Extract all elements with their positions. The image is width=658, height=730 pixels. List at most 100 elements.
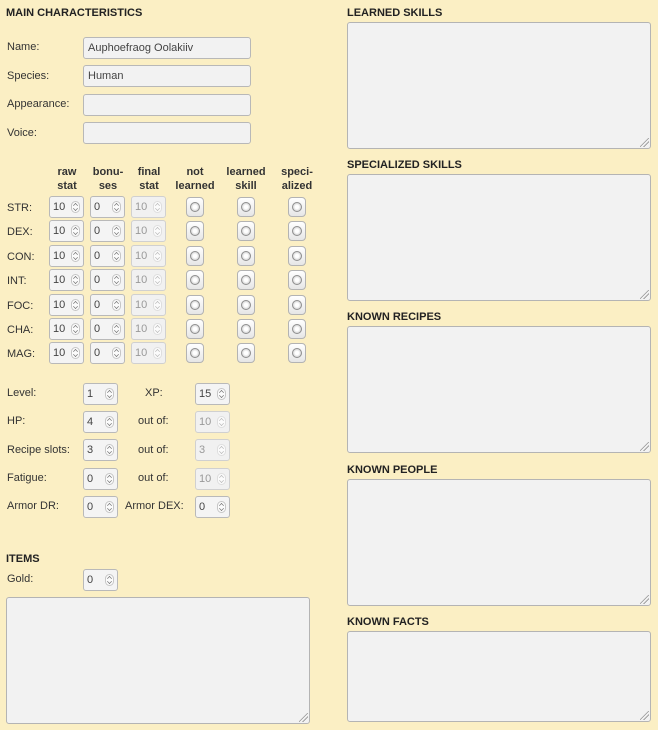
specialized-radio-foc[interactable] [288, 295, 306, 315]
radio-icon [292, 202, 302, 212]
raw-stat-input-con[interactable]: 10 [49, 245, 84, 267]
learned-radio-dex[interactable] [237, 221, 255, 241]
recipe-slots-input[interactable]: 3 [83, 439, 118, 461]
learned-radio-con[interactable] [237, 246, 255, 266]
voice-label: Voice: [7, 127, 37, 139]
not-learned-radio-int[interactable] [186, 270, 204, 290]
learned-radio-mag[interactable] [237, 343, 255, 363]
radio-icon [241, 251, 251, 261]
radio-icon [190, 202, 200, 212]
raw-stat-header: raw stat [57, 166, 77, 192]
fatigue-spinner-icon[interactable] [105, 473, 114, 485]
not-learned-radio-str[interactable] [186, 197, 204, 217]
stat-label-mag: MAG: [7, 348, 36, 360]
final-stat-input-cha: 10 [131, 318, 166, 340]
resize-grip-icon[interactable] [640, 442, 649, 451]
not-learned-radio-cha[interactable] [186, 319, 204, 339]
resize-grip-icon[interactable] [640, 290, 649, 299]
bonus-input-con[interactable]: 0 [90, 245, 125, 267]
raw-stat-input-dex[interactable]: 10 [49, 220, 84, 242]
spinner-icon[interactable] [71, 201, 80, 213]
not-learned-radio-foc[interactable] [186, 295, 204, 315]
learned-radio-int[interactable] [237, 270, 255, 290]
learned-radio-str[interactable] [237, 197, 255, 217]
learned-skills-textarea[interactable] [347, 22, 651, 149]
spinner-icon[interactable] [112, 274, 121, 286]
stat-label-dex: DEX: [7, 226, 33, 238]
specialized-radio-cha[interactable] [288, 319, 306, 339]
hp-spinner-icon[interactable] [105, 416, 114, 428]
level-input[interactable]: 1 [83, 383, 118, 405]
spinner-icon[interactable] [71, 250, 80, 262]
xp-label: XP: [145, 387, 163, 399]
bonus-input-cha[interactable]: 0 [90, 318, 125, 340]
hp-input[interactable]: 4 [83, 411, 118, 433]
learned-skill-header: learned skill [226, 166, 266, 192]
stat-label-str: STR: [7, 202, 33, 214]
radio-icon [241, 300, 251, 310]
not-learned-radio-dex[interactable] [186, 221, 204, 241]
fatigue-input[interactable]: 0 [83, 468, 118, 490]
spinner-icon[interactable] [112, 323, 121, 335]
armor-dex-spinner-icon[interactable] [217, 501, 226, 513]
specialized-radio-str[interactable] [288, 197, 306, 217]
specialized-radio-dex[interactable] [288, 221, 306, 241]
armor-dr-label: Armor DR: [7, 500, 59, 512]
not-learned-radio-con[interactable] [186, 246, 204, 266]
species-input[interactable]: Human [83, 65, 251, 87]
spinner-icon[interactable] [71, 299, 80, 311]
gold-input[interactable]: 0 [83, 569, 118, 591]
spinner-icon[interactable] [71, 225, 80, 237]
spinner-icon[interactable] [112, 250, 121, 262]
learned-radio-cha[interactable] [237, 319, 255, 339]
spinner-icon[interactable] [112, 347, 121, 359]
appearance-input[interactable] [83, 94, 251, 116]
name-input[interactable]: Auphoefraog Oolakiiv [83, 37, 251, 59]
armor-dex-input[interactable]: 0 [195, 496, 230, 518]
xp-spinner-icon[interactable] [217, 388, 226, 400]
spinner-icon[interactable] [71, 274, 80, 286]
radio-icon [190, 226, 200, 236]
spinner-icon[interactable] [112, 299, 121, 311]
not-learned-radio-mag[interactable] [186, 343, 204, 363]
items-textarea[interactable] [6, 597, 310, 724]
final-stat-input-con: 10 [131, 245, 166, 267]
specialized-radio-int[interactable] [288, 270, 306, 290]
learned-radio-foc[interactable] [237, 295, 255, 315]
radio-icon [190, 251, 200, 261]
resize-grip-icon[interactable] [299, 713, 308, 722]
raw-stat-input-mag[interactable]: 10 [49, 342, 84, 364]
bonus-input-int[interactable]: 0 [90, 269, 125, 291]
radio-icon [292, 348, 302, 358]
bonus-input-str[interactable]: 0 [90, 196, 125, 218]
voice-input[interactable] [83, 122, 251, 144]
bonus-input-dex[interactable]: 0 [90, 220, 125, 242]
recipe-slots-label: Recipe slots: [7, 444, 70, 456]
specialized-skills-textarea[interactable] [347, 174, 651, 301]
raw-stat-input-foc[interactable]: 10 [49, 294, 84, 316]
recipe-slots-spinner-icon[interactable] [105, 444, 114, 456]
known-facts-textarea[interactable] [347, 631, 651, 722]
resize-grip-icon[interactable] [640, 711, 649, 720]
bonus-input-foc[interactable]: 0 [90, 294, 125, 316]
hp-label: HP: [7, 415, 26, 427]
xp-input[interactable]: 15 [195, 383, 230, 405]
armor-dr-input[interactable]: 0 [83, 496, 118, 518]
known-recipes-textarea[interactable] [347, 326, 651, 453]
raw-stat-input-int[interactable]: 10 [49, 269, 84, 291]
spinner-icon[interactable] [112, 225, 121, 237]
level-spinner-icon[interactable] [105, 388, 114, 400]
specialized-radio-con[interactable] [288, 246, 306, 266]
resize-grip-icon[interactable] [640, 138, 649, 147]
armor-dr-spinner-icon[interactable] [105, 501, 114, 513]
specialized-radio-mag[interactable] [288, 343, 306, 363]
spinner-icon[interactable] [112, 201, 121, 213]
raw-stat-input-str[interactable]: 10 [49, 196, 84, 218]
resize-grip-icon[interactable] [640, 595, 649, 604]
raw-stat-input-cha[interactable]: 10 [49, 318, 84, 340]
known-people-textarea[interactable] [347, 479, 651, 606]
spinner-icon[interactable] [71, 347, 80, 359]
spinner-icon[interactable] [71, 323, 80, 335]
gold-spinner-icon[interactable] [105, 574, 114, 586]
bonus-input-mag[interactable]: 0 [90, 342, 125, 364]
